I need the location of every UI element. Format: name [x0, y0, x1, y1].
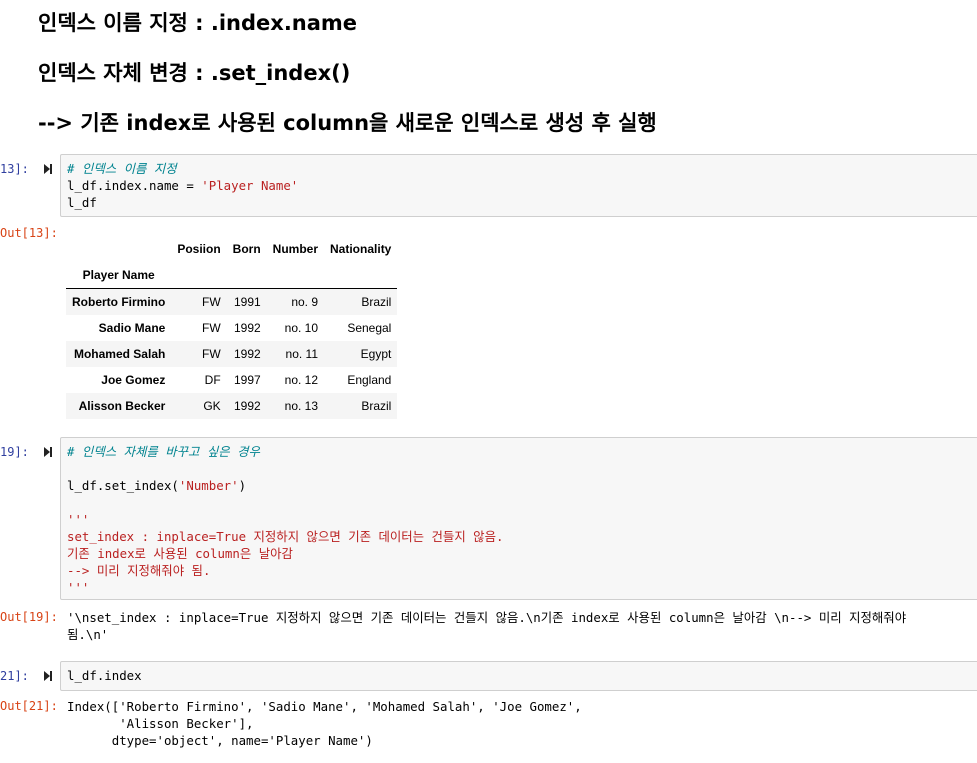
- code-string: 'Player Name': [201, 178, 299, 193]
- table-cell: no. 10: [284, 321, 319, 335]
- index-name-header: Player Name: [66, 262, 172, 289]
- table-cell: England: [347, 373, 392, 387]
- cell-19-in-prompt: 19]:: [0, 445, 29, 459]
- table-cell: Brazil: [361, 295, 392, 309]
- index-name-row: Player Name: [66, 262, 398, 289]
- table-row: Alisson Becker GK 1992 no. 13 Brazil: [66, 393, 398, 419]
- table-cell: FW: [202, 295, 221, 309]
- cell-19-out-prompt: Out[19]:: [0, 610, 58, 624]
- row-index: Joe Gomez: [101, 373, 166, 387]
- markdown-heading-set-index: 인덱스 자체 변경 : .set_index(): [38, 61, 351, 85]
- table-cell: Egypt: [360, 347, 392, 361]
- table-cell: 1992: [233, 321, 261, 335]
- cell-13-in-prompt: 13]:: [0, 162, 29, 176]
- table-row: Roberto Firmino FW 1991 no. 9 Brazil: [66, 288, 398, 315]
- table-cell: FW: [202, 347, 221, 361]
- dataframe-table: Posiion Born Number Nationality Player N…: [66, 236, 398, 419]
- code-comment: # 인덱스 자체를 바꾸고 싶은 경우: [67, 444, 260, 459]
- output-line: dtype='object', name='Player Name'): [67, 733, 373, 748]
- table-cell: GK: [203, 399, 221, 413]
- code-text: l_df.index.name =: [67, 178, 202, 193]
- table-cell: Senegal: [347, 321, 392, 335]
- cell-21-output: Index(['Roberto Firmino', 'Sadio Mane', …: [67, 698, 582, 749]
- code-cell-19[interactable]: # 인덱스 자체를 바꾸고 싶은 경우 l_df.set_index('Numbe…: [60, 437, 977, 600]
- row-index: Mohamed Salah: [73, 347, 166, 361]
- row-index: Alisson Becker: [78, 399, 166, 413]
- row-index: Roberto Firmino: [72, 295, 166, 309]
- table-cell: no. 13: [284, 399, 319, 413]
- code-text: l_df: [67, 195, 97, 210]
- output-line: Index(['Roberto Firmino', 'Sadio Mane', …: [67, 699, 582, 714]
- docstring-line: 기존 index로 사용된 column은 날아감: [67, 546, 293, 561]
- cell-19-output: '\nset_index : inplace=True 지정하지 않으면 기존 …: [67, 609, 906, 643]
- table-cell: FW: [202, 321, 221, 335]
- table-header-row: Posiion Born Number Nationality: [66, 236, 397, 262]
- run-cell-icon[interactable]: [44, 447, 52, 457]
- markdown-heading-index-name: 인덱스 이름 지정 : .index.name: [38, 11, 358, 35]
- docstring-line: ''': [67, 580, 90, 595]
- column-header: Number: [272, 242, 319, 256]
- table-corner: [66, 236, 171, 262]
- code-comment: # 인덱스 이름 지정: [67, 161, 177, 176]
- code-text: l_df.index: [67, 668, 142, 683]
- code-string: 'Number': [178, 478, 239, 493]
- table-cell: Brazil: [361, 399, 392, 413]
- table-cell: 1992: [233, 347, 261, 361]
- table-cell: DF: [204, 373, 221, 387]
- column-header: Posiion: [177, 242, 221, 256]
- run-cell-icon[interactable]: [44, 671, 52, 681]
- docstring-line: ''': [67, 512, 90, 527]
- code-text: ): [238, 478, 247, 493]
- cell-13-out-prompt: Out[13]:: [0, 226, 58, 240]
- table-cell: no. 9: [291, 295, 319, 309]
- table-cell: 1992: [233, 399, 261, 413]
- markdown-heading-note: --> 기존 index로 사용된 column을 새로운 인덱스로 생성 후 …: [38, 111, 657, 135]
- code-text: l_df.set_index(: [67, 478, 179, 493]
- output-line: 'Alisson Becker'],: [67, 716, 254, 731]
- table-row: Mohamed Salah FW 1992 no. 11 Egypt: [66, 341, 398, 367]
- output-line: 됨.\n': [67, 627, 109, 642]
- table-row: Sadio Mane FW 1992 no. 10 Senegal: [66, 315, 397, 341]
- column-header: Born: [232, 242, 261, 256]
- cell-21-in-prompt: 21]:: [0, 669, 29, 683]
- table-cell: no. 12: [284, 373, 319, 387]
- cell-21-out-prompt: Out[21]:: [0, 699, 58, 713]
- table-cell: no. 11: [285, 347, 319, 361]
- column-header: Nationality: [330, 242, 392, 256]
- code-cell-13[interactable]: # 인덱스 이름 지정 l_df.index.name = 'Player Nam…: [60, 154, 977, 217]
- code-cell-21[interactable]: l_df.index: [60, 661, 977, 691]
- output-line: '\nset_index : inplace=True 지정하지 않으면 기존 …: [67, 610, 907, 625]
- table-cell: 1991: [233, 295, 261, 309]
- table-cell: 1997: [233, 373, 261, 387]
- docstring-line: set_index : inplace=True 지정하지 않으면 기존 데이터…: [67, 529, 504, 544]
- table-row: Joe Gomez DF 1997 no. 12 England: [66, 367, 397, 393]
- row-index: Sadio Mane: [98, 321, 166, 335]
- run-cell-icon[interactable]: [44, 164, 52, 174]
- docstring-line: --> 미리 지정해줘야 됨.: [67, 563, 211, 578]
